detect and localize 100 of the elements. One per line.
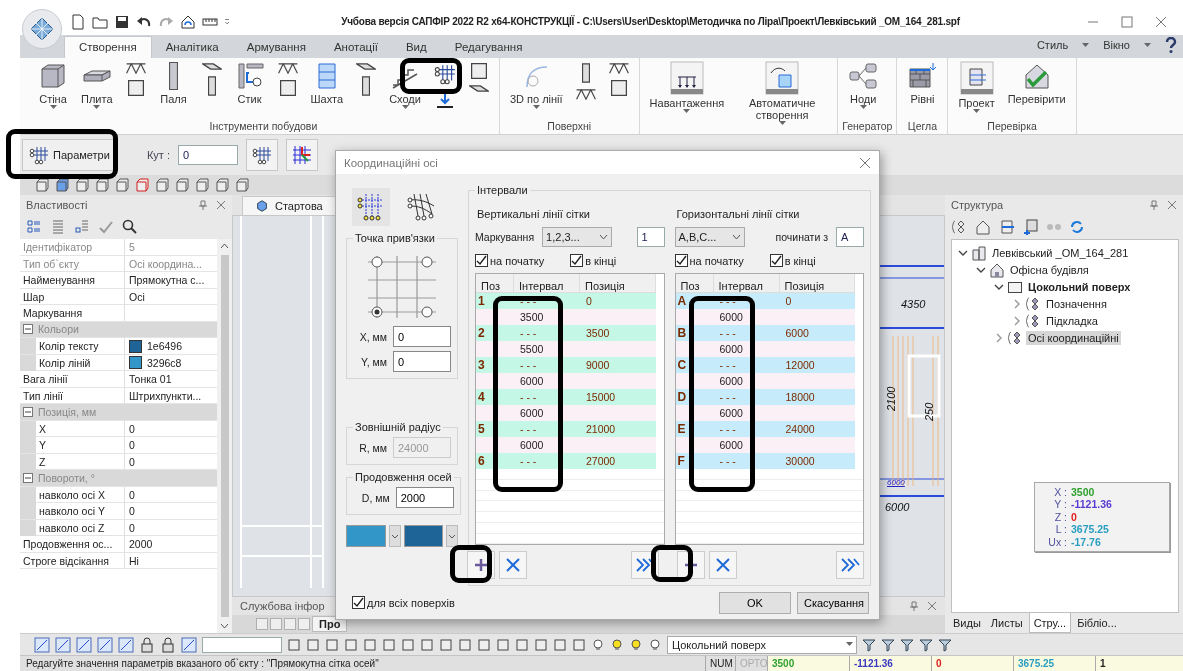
document-tab[interactable]: Стартова (242, 196, 336, 215)
ribbon-tool-button[interactable]: Автоматичне створення (735, 61, 830, 126)
axes-button[interactable] (285, 139, 318, 171)
tree-item[interactable]: Офісна будівля (1008, 262, 1091, 277)
menu-item[interactable]: Стиль (1036, 39, 1069, 51)
property-value[interactable]: 0 (125, 420, 217, 437)
table-row[interactable]: 6000 (675, 373, 855, 390)
start-field[interactable]: A (836, 227, 864, 248)
table-row[interactable]: 6 - - - 27000 (476, 453, 656, 470)
ribbon-tab[interactable]: Вид (391, 37, 441, 58)
property-value[interactable]: 0 (125, 486, 217, 503)
ribbon-tool-button[interactable]: Проект (956, 61, 997, 114)
property-value[interactable]: 0 (125, 437, 217, 453)
info-tab[interactable]: Про (312, 616, 348, 632)
command-field[interactable] (202, 636, 282, 653)
table-row[interactable]: 4 - - - 15000 (476, 389, 656, 406)
anchor-radio[interactable] (371, 256, 383, 268)
table-row[interactable]: 6000 (675, 341, 855, 358)
ribbon-tool-button[interactable]: Паля (156, 61, 191, 105)
property-value[interactable]: Осі координа... (125, 255, 217, 272)
ribbon-tab[interactable]: Анотації (319, 37, 392, 58)
panel-tab[interactable]: Стру... (1028, 613, 1072, 633)
property-value[interactable]: Тонка 01 (125, 371, 217, 387)
table-row[interactable]: 6000 (675, 309, 855, 326)
marking-select[interactable]: 1,2,3... (542, 227, 613, 248)
property-value[interactable]: 0 (125, 503, 217, 519)
y-field[interactable]: 0 (393, 351, 451, 373)
start-field[interactable]: 1 (636, 227, 665, 248)
ribbon-tab[interactable]: Створення (64, 36, 152, 58)
checkbox[interactable] (352, 596, 365, 610)
chevron-right-icon[interactable] (1012, 298, 1022, 309)
color-picker[interactable] (403, 525, 444, 548)
checkbox[interactable] (570, 254, 584, 268)
tree-item[interactable]: Позначення (1044, 296, 1109, 311)
app-logo[interactable] (22, 8, 62, 49)
x-field[interactable]: 0 (393, 326, 451, 348)
property-value[interactable]: 5 (125, 239, 217, 255)
table-row[interactable]: 5 - - - 21000 (476, 421, 656, 438)
table-row[interactable]: D - - - 18000 (675, 389, 855, 406)
table-row[interactable]: 5500 (476, 341, 656, 358)
property-value[interactable]: Прямокутна с... (125, 272, 217, 288)
panel-tab[interactable]: Листы (986, 613, 1027, 633)
property-value[interactable]: Осі (125, 288, 217, 305)
ribbon-tool-button[interactable]: Навантаження (647, 61, 727, 114)
ribbon-tool-button[interactable]: Стик (232, 61, 267, 105)
ribbon-tool-button[interactable]: Ноди (846, 61, 881, 110)
property-value[interactable]: Ні (125, 552, 217, 569)
anchor-radio[interactable] (421, 256, 433, 268)
dropdown-button[interactable] (446, 525, 458, 548)
ribbon-tool-button[interactable]: Стіна (36, 61, 70, 110)
color-picker[interactable] (346, 525, 386, 548)
ribbon-tool-button[interactable]: Плита (79, 61, 115, 110)
ok-button[interactable]: OK (719, 591, 791, 614)
checkbox[interactable] (674, 254, 688, 268)
property-value[interactable]: 0 (125, 519, 217, 536)
panel-tab[interactable]: Виды (949, 613, 985, 633)
delete-button[interactable] (708, 551, 737, 580)
tree-item[interactable]: Левківський _ОМ_164_281 (990, 245, 1131, 260)
ribbon-tab[interactable]: Армування (232, 37, 320, 58)
property-value[interactable]: Штрихпункти... (125, 387, 217, 404)
table-row[interactable]: 3 - - - 9000 (476, 357, 656, 374)
chevron-right-icon[interactable] (994, 332, 1004, 343)
ribbon-tool-button[interactable]: Сходи (387, 61, 423, 110)
cancel-button[interactable]: Скасування (797, 591, 869, 614)
table-row[interactable]: 3500 (476, 309, 656, 326)
checkbox[interactable] (475, 254, 488, 268)
ribbon-tab[interactable]: Редагування (440, 37, 537, 58)
table-row[interactable]: B - - - 6000 (675, 325, 855, 342)
table-row[interactable]: 6000 (675, 437, 855, 454)
property-value[interactable]: 2000 (125, 536, 217, 552)
table-row[interactable]: 6000 (675, 405, 855, 422)
grid-button[interactable] (245, 139, 278, 171)
table-row[interactable]: F - - - 30000 (675, 453, 855, 470)
scrollbar[interactable] (217, 239, 232, 633)
property-value[interactable]: 0 (125, 453, 217, 470)
table-row[interactable]: E - - - 24000 (675, 421, 855, 438)
anchor-radio[interactable] (421, 306, 433, 318)
table-row[interactable]: 2 - - - 3500 (476, 325, 656, 342)
tree-item[interactable]: Осі координаційні (1026, 330, 1121, 345)
tree-item[interactable]: Підкладка (1044, 313, 1100, 328)
rectangular-grid-button[interactable] (352, 188, 390, 227)
menu-item[interactable]: Вікно (1103, 39, 1130, 51)
checkbox[interactable] (769, 254, 783, 268)
ribbon-tool-button[interactable]: Перевірити (1005, 61, 1068, 105)
ribbon-tab[interactable]: Аналітика (151, 37, 233, 58)
table-row[interactable]: 6000 (476, 405, 656, 422)
table-row[interactable]: 6000 (476, 373, 656, 390)
scrollbar-thumb[interactable] (220, 255, 229, 617)
angle-field[interactable]: 0 (177, 145, 238, 165)
table-row[interactable]: 6000 (476, 437, 656, 454)
floor-select[interactable]: Цокольний поверх (667, 635, 857, 654)
table-row[interactable]: C - - - 12000 (675, 357, 855, 374)
delete-button[interactable] (499, 551, 527, 580)
ribbon-tool-button[interactable]: 3D по лінії (507, 61, 565, 110)
ribbon-tool-button[interactable]: Рівні (905, 61, 940, 105)
tree-item[interactable]: Цокольний поверх (1026, 279, 1133, 294)
marking-select[interactable]: A,B,C... (674, 227, 745, 248)
panel-tab[interactable]: Бібліо... (1073, 613, 1121, 633)
ribbon-tool-button[interactable]: Шахта (308, 61, 346, 105)
chevron-right-icon[interactable] (1012, 315, 1022, 326)
